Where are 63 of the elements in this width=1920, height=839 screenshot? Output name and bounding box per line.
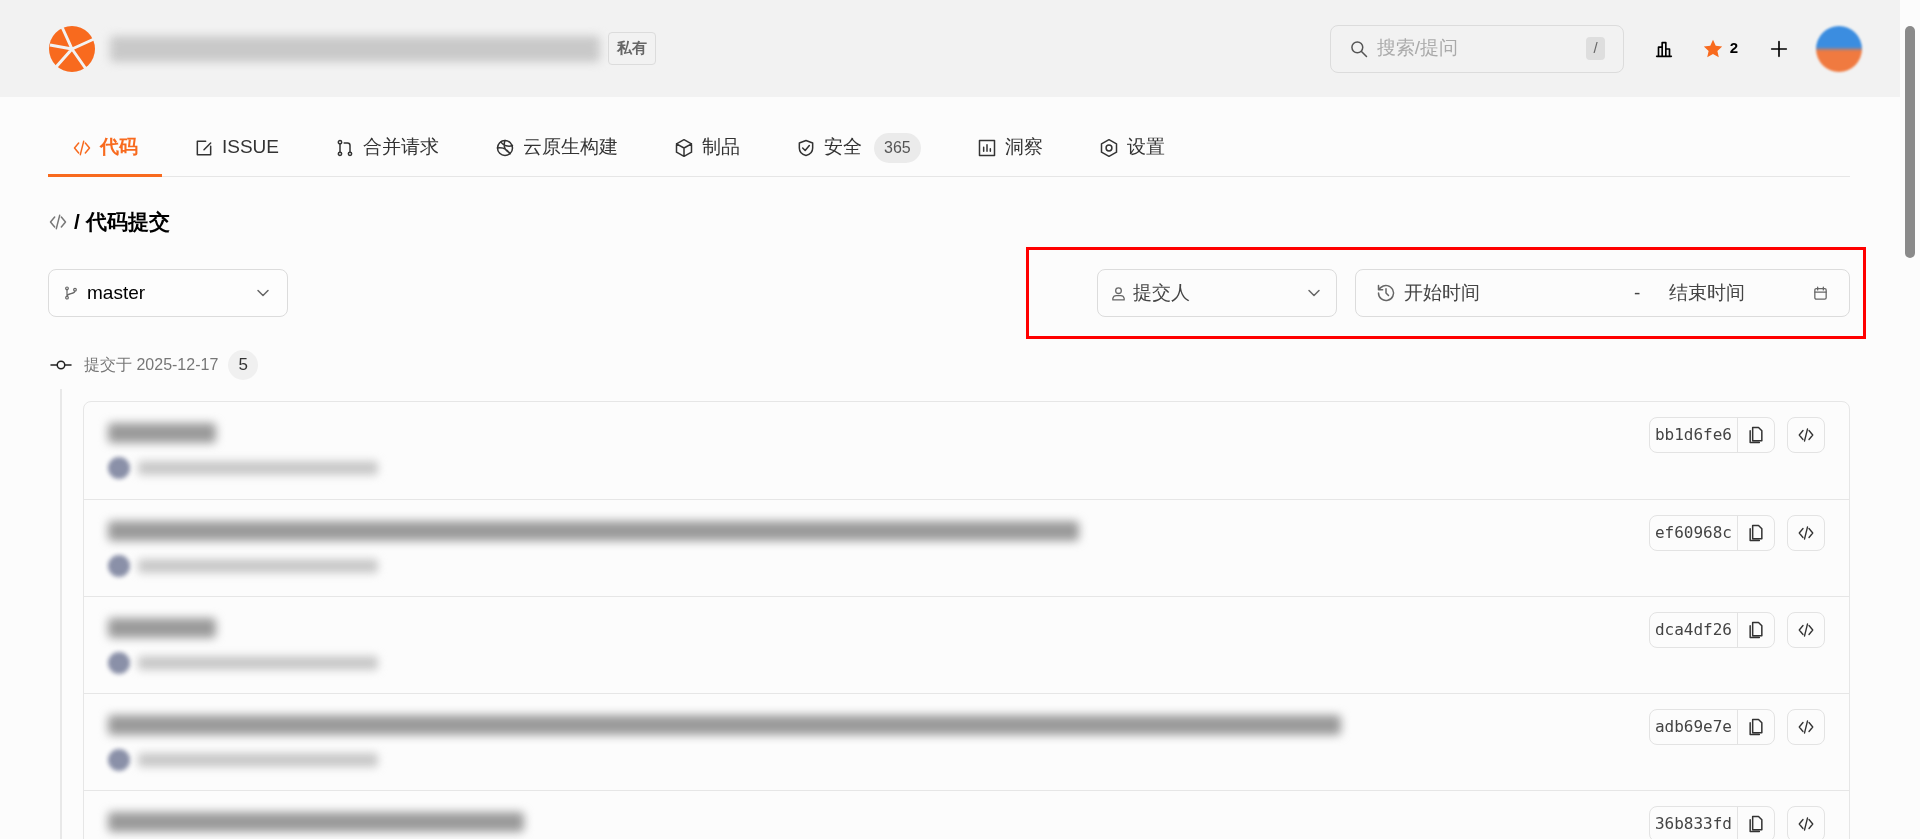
search-bar[interactable]: 搜索/提问 / (1329, 24, 1624, 73)
commit-row[interactable]: dca4df26 (84, 596, 1849, 693)
copy-icon (1746, 523, 1766, 543)
branch-icon (63, 285, 79, 301)
commit-hash[interactable]: ef60968c (1649, 516, 1738, 550)
tab-icon (495, 137, 516, 158)
copy-icon (1746, 620, 1766, 640)
avatar (108, 457, 130, 479)
avatar (108, 555, 130, 577)
commit-hash[interactable]: dca4df26 (1649, 613, 1738, 647)
nav-tab[interactable]: 设置 (1074, 121, 1189, 177)
calendar-icon (1812, 284, 1829, 302)
code-icon (1797, 524, 1815, 542)
commit-hash[interactable]: bb1d6fe6 (1649, 418, 1738, 452)
commit-count-badge: 5 (228, 350, 259, 380)
commit-hash[interactable]: adb69e7e (1649, 710, 1738, 744)
commit-row[interactable]: bb1d6fe6 (84, 402, 1849, 499)
committer-dropdown[interactable]: 提交人 (1097, 269, 1337, 317)
view-code-button[interactable] (1787, 515, 1825, 551)
code-icon (1797, 621, 1815, 639)
commit-date-label: 提交于 2025-12-17 (84, 355, 219, 375)
count-badge: 365 (874, 132, 921, 163)
page-title: 代码提交 (85, 209, 170, 236)
view-code-button[interactable] (1787, 417, 1825, 453)
code-icon (1797, 426, 1815, 444)
search-icon (1348, 38, 1369, 59)
avatar (108, 749, 130, 771)
nav-tab[interactable]: 制品 (650, 121, 765, 177)
nav-tab[interactable]: ISSUE (170, 121, 304, 177)
commit-row[interactable]: 36b833fd (84, 790, 1849, 839)
tab-icon (674, 137, 695, 158)
breadcrumb-separator: / (74, 209, 80, 236)
copy-icon (1746, 814, 1766, 834)
tab-icon (976, 137, 997, 158)
branch-dropdown[interactable]: master (48, 269, 288, 317)
nav-tab[interactable]: 安全 365 (772, 121, 945, 177)
logo-icon (48, 24, 96, 73)
commit-row[interactable]: ef60968c (84, 499, 1849, 596)
date-range-field[interactable]: 开始时间 - 结束时间 (1355, 269, 1850, 317)
view-code-button[interactable] (1787, 709, 1825, 745)
avatar[interactable] (1816, 25, 1862, 72)
commit-row[interactable]: adb69e7e (84, 693, 1849, 790)
tab-icon (1098, 137, 1119, 158)
start-time-placeholder: 开始时间 (1404, 280, 1481, 305)
shortcut-key: / (1586, 37, 1605, 60)
private-badge: 私有 (608, 32, 656, 65)
copy-icon (1746, 717, 1766, 737)
code-icon (1797, 718, 1815, 736)
user-icon (1110, 284, 1127, 302)
search-input[interactable]: 搜索/提问 (1376, 34, 1579, 63)
view-code-button[interactable] (1787, 612, 1825, 648)
end-time-placeholder: 结束时间 (1669, 280, 1746, 305)
range-separator: - (1634, 280, 1642, 305)
nav-tab[interactable]: 洞察 (952, 121, 1067, 177)
code-icon (1797, 815, 1815, 833)
nav-tab[interactable]: 合并请求 (311, 121, 464, 177)
code-icon (48, 212, 68, 232)
nav-tab[interactable]: 云原生构建 (471, 121, 643, 177)
copy-icon (1746, 425, 1766, 445)
avatar (108, 652, 130, 674)
commit-hash[interactable]: 36b833fd (1649, 807, 1738, 839)
history-icon (1376, 283, 1396, 303)
star-button[interactable]: 2 (1701, 28, 1738, 69)
